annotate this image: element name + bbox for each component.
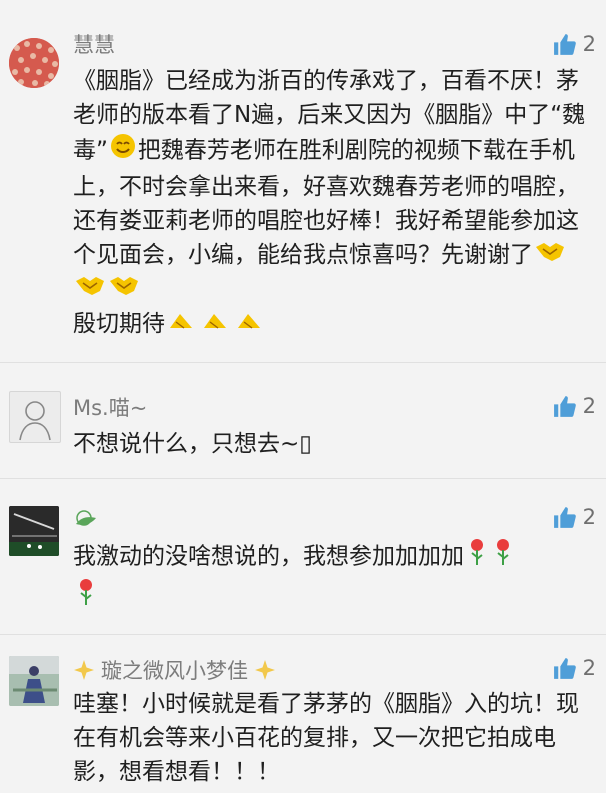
- comment-item: 慧慧 2 《胭脂》已经成为浙百的传承戏了，百看不厌！茅老师的版本看了N遍，后来又…: [0, 0, 606, 360]
- thumbs-up-icon: [553, 395, 576, 417]
- comment-item: 璇之微风小梦佳 2 哇塞！小时候就是看了茅茅的《胭脂》入的坑！现在有机会等来小百…: [0, 635, 606, 793]
- sprout-icon: [76, 510, 96, 526]
- clap-emoji: [166, 308, 198, 342]
- like-count: 2: [582, 394, 596, 418]
- thumbs-up-icon: [553, 33, 576, 55]
- username[interactable]: 璇之微风小梦佳: [73, 655, 276, 685]
- thumbs-up-icon: [553, 506, 576, 528]
- avatar[interactable]: [9, 506, 59, 556]
- sparkle-icon: [74, 660, 94, 680]
- rose-emoji: [74, 577, 98, 617]
- rose-emoji: [491, 537, 515, 577]
- like-count: 2: [582, 32, 596, 56]
- avatar[interactable]: [9, 391, 61, 443]
- like-button[interactable]: 2: [552, 30, 596, 58]
- like-button[interactable]: 2: [552, 392, 596, 420]
- thumbs-up-icon: [553, 657, 576, 679]
- comment-text: 《胭脂》已经成为浙百的传承戏了，百看不厌！茅老师的版本看了N遍，后来又因为《胭脂…: [73, 64, 593, 342]
- handshake-emoji: [74, 273, 106, 307]
- comment-text: 不想说什么，只想去~▯: [73, 431, 312, 457]
- handshake-emoji: [108, 273, 140, 307]
- comment-text: 我激动的没啥想说的，我想参加加加加: [73, 537, 593, 617]
- rose-emoji: [465, 537, 489, 577]
- comment-text-part: 我激动的没啥想说的，我想参加加加加: [73, 543, 464, 570]
- comment-text-part: 把魏春芳老师在胜利剧院的视频下载在手机上，不时会拿出来看，好喜欢魏春芳老师的唱腔…: [73, 137, 579, 269]
- clap-emoji: [234, 308, 266, 342]
- username[interactable]: [73, 507, 99, 534]
- comment-item: 2 我激动的没啥想说的，我想参加加加加: [0, 479, 606, 629]
- like-count: 2: [582, 505, 596, 529]
- smiling-face-emoji: [109, 132, 137, 170]
- comment-text-part: 殷切期待: [73, 311, 165, 337]
- handshake-emoji: [534, 239, 566, 273]
- like-button[interactable]: 2: [552, 503, 596, 531]
- username[interactable]: 慧慧: [73, 29, 115, 59]
- avatar[interactable]: [9, 38, 59, 88]
- clap-emoji: [200, 308, 232, 342]
- username-text: 璇之微风小梦佳: [101, 659, 248, 683]
- like-count: 2: [582, 656, 596, 680]
- like-button[interactable]: 2: [552, 654, 596, 682]
- comment-item: Ms.喵~ 2 不想说什么，只想去~▯: [0, 363, 606, 473]
- avatar[interactable]: [9, 656, 59, 706]
- sparkle-icon: [255, 660, 275, 680]
- comment-text: 哇塞！小时候就是看了茅茅的《胭脂》入的坑！现在有机会等来小百花的复排，又一次把它…: [73, 691, 579, 785]
- username[interactable]: Ms.喵~: [73, 392, 147, 422]
